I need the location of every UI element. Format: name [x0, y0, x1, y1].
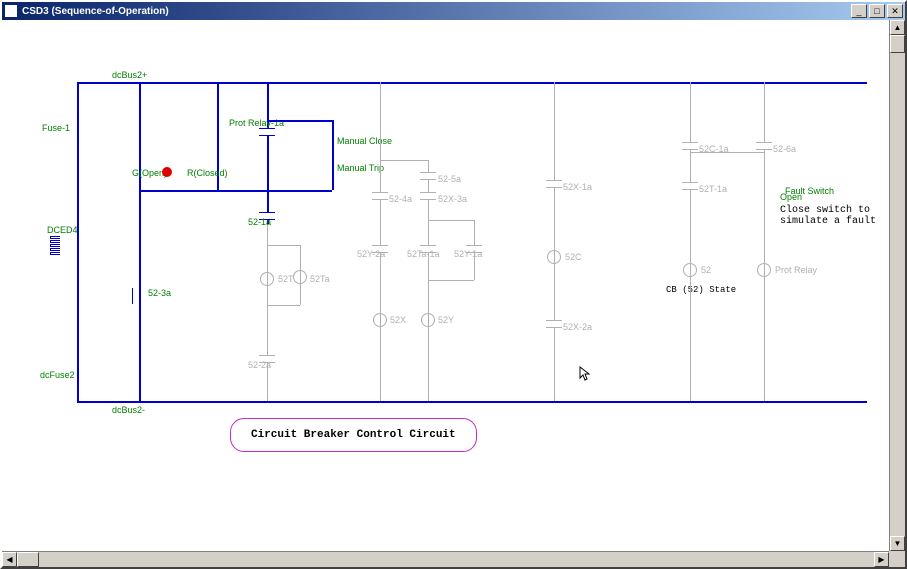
label-52t: 52T	[278, 274, 294, 284]
label-52-3a: 52-3a	[148, 288, 171, 298]
label-cb-state: CB (52) State	[666, 285, 736, 295]
coil-52t	[260, 272, 274, 286]
label-dced4: DCED4	[47, 225, 78, 235]
label-52x-1a: 52X-1a	[563, 182, 592, 192]
label-52-6a: 52-6a	[773, 144, 796, 154]
label-52x-2a: 52X-2a	[563, 322, 592, 332]
contact-52x-1a	[546, 180, 562, 188]
contact-52-4a	[372, 192, 388, 200]
label-52y-1a: 52Y-1a	[454, 249, 482, 259]
contact-52x-3a	[420, 192, 436, 200]
coil-52	[683, 263, 697, 277]
scroll-down-button[interactable]: ▼	[890, 536, 905, 551]
dced-symbol	[50, 236, 60, 262]
open-indicator-dot	[162, 167, 172, 177]
horizontal-scroll-thumb[interactable]	[17, 552, 39, 567]
contact-52-3a	[132, 288, 140, 304]
label-fault-note: Close switch to simulate a fault	[780, 205, 889, 227]
scroll-right-button[interactable]: ▶	[874, 552, 889, 567]
label-52-2a: 52-2a	[248, 360, 271, 370]
label-52x-3a: 52X-3a	[438, 194, 467, 204]
caption-box: Circuit Breaker Control Circuit	[230, 418, 477, 452]
vertical-scrollbar[interactable]: ▲ ▼	[889, 20, 905, 551]
close-button[interactable]: ✕	[887, 4, 903, 18]
label-52y: 52Y	[438, 315, 454, 325]
coil-52x	[373, 313, 387, 327]
label-prot-relay: Prot Relay	[775, 265, 817, 275]
contact-52-5a	[420, 172, 436, 180]
label-bottom-bus: dcBus2-	[112, 405, 145, 415]
label-top-bus: dcBus2+	[112, 70, 147, 80]
label-dcfuse2: dcFuse2	[40, 370, 75, 380]
label-52ta: 52Ta	[310, 274, 330, 284]
contact-52t-1a	[682, 182, 698, 190]
vertical-scroll-thumb[interactable]	[890, 35, 905, 53]
scroll-left-button[interactable]: ◀	[2, 552, 17, 567]
scroll-up-button[interactable]: ▲	[890, 20, 905, 35]
label-r-closed: R(Closed)	[187, 168, 228, 178]
label-52c: 52C	[565, 252, 582, 262]
scrollbar-corner	[889, 551, 905, 567]
maximize-button[interactable]: □	[869, 4, 885, 18]
coil-prot-relay	[757, 263, 771, 277]
label-fault-open: Open	[780, 192, 802, 202]
label-fuse-1: Fuse-1	[42, 123, 70, 133]
app-icon	[4, 4, 18, 18]
contact-52c-1a	[682, 142, 698, 150]
label-52-4a: 52-4a	[389, 194, 412, 204]
label-52y-2a: 52Y-2a	[357, 249, 385, 259]
contact-prot-relay-1a	[259, 128, 275, 136]
horizontal-scrollbar[interactable]: ◀ ▶	[2, 551, 889, 567]
label-52ta-1a: 52Ta-1a	[407, 249, 440, 259]
minimize-button[interactable]: _	[851, 4, 867, 18]
caption-text: Circuit Breaker Control Circuit	[251, 429, 456, 441]
label-52: 52	[701, 265, 711, 275]
window-title: CSD3 (Sequence-of-Operation)	[22, 6, 849, 17]
contact-52-6a	[756, 142, 772, 150]
app-window: CSD3 (Sequence-of-Operation) _ □ ✕ dcBus…	[0, 0, 907, 569]
diagram-canvas[interactable]: dcBus2+ dcBus2- Fuse-1 DCED4 dcFuse2 52-…	[2, 20, 889, 551]
label-manual-close: Manual Close	[337, 136, 392, 146]
coil-52y	[421, 313, 435, 327]
coil-52c	[547, 250, 561, 264]
contact-52x-2a	[546, 320, 562, 328]
titlebar: CSD3 (Sequence-of-Operation) _ □ ✕	[2, 2, 905, 20]
mouse-cursor-icon	[579, 366, 595, 382]
label-52-5a: 52-5a	[438, 174, 461, 184]
label-52-1a: 52-1a	[248, 217, 271, 227]
coil-52ta	[293, 270, 307, 284]
label-52x: 52X	[390, 315, 406, 325]
label-manual-trip: Manual Trip	[337, 163, 384, 173]
label-52t-1a: 52T-1a	[699, 184, 727, 194]
